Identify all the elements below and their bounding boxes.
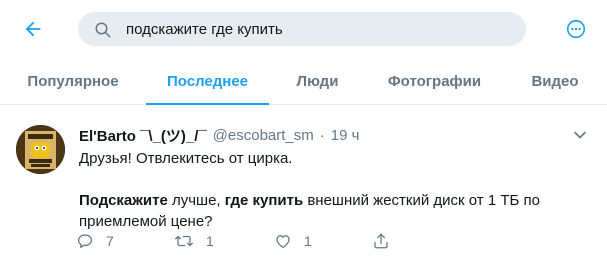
avatar-image — [16, 125, 65, 174]
more-icon — [566, 19, 586, 39]
search-input[interactable] — [126, 12, 506, 46]
top-bar — [0, 0, 607, 58]
more-options-button[interactable] — [563, 16, 589, 42]
tweet-actions: 7 1 1 — [76, 229, 536, 253]
retweet-button[interactable]: 1 — [174, 229, 214, 253]
back-button[interactable] — [20, 16, 46, 42]
like-icon — [276, 235, 290, 249]
tweet-header: El'Barto ¯\_(ツ)_/¯ @escobart_sm · 19 ч — [79, 125, 359, 145]
like-count: 1 — [304, 233, 312, 249]
reply-button[interactable]: 7 — [76, 229, 114, 253]
tweet[interactable]: El'Barto ¯\_(ツ)_/¯ @escobart_sm · 19 ч Д… — [0, 115, 607, 258]
reply-count: 7 — [106, 233, 114, 249]
search-bar[interactable] — [78, 12, 526, 46]
tab-latest[interactable]: Последнее — [146, 58, 269, 105]
highlight-1: Подскажите — [79, 192, 168, 209]
retweet-icon — [175, 235, 193, 247]
author-handle[interactable]: @escobart_sm — [213, 127, 314, 144]
share-icon — [374, 233, 388, 249]
author-name[interactable]: El'Barto ¯\_(ツ)_/¯ — [79, 125, 207, 146]
tweet-line-2: Подскажите лучше, где купить внешний жес… — [79, 190, 579, 232]
tweet-text: Друзья! Отвлекитесь от цирка. Подскажите… — [79, 148, 579, 232]
tab-videos[interactable]: Видео — [503, 58, 607, 104]
search-icon — [95, 22, 111, 38]
back-arrow-icon — [25, 21, 41, 37]
separator: · — [319, 126, 325, 144]
like-button[interactable]: 1 — [274, 229, 312, 253]
tab-people[interactable]: Люди — [269, 58, 366, 104]
tab-top[interactable]: Популярное — [0, 58, 146, 104]
avatar[interactable] — [16, 125, 65, 174]
timestamp[interactable]: 19 ч — [331, 127, 360, 144]
tweet-line-1: Друзья! Отвлекитесь от цирка. — [79, 150, 293, 167]
highlight-2: где купить — [224, 192, 304, 209]
tweet-menu-button[interactable] — [570, 125, 590, 145]
text-segment-1: лучше, — [167, 192, 225, 209]
retweet-count: 1 — [206, 233, 214, 249]
share-button[interactable] — [372, 229, 390, 253]
reply-icon — [77, 234, 93, 249]
search-tabs: Популярное Последнее Люди Фотографии Вид… — [0, 58, 607, 105]
chevron-down-icon — [574, 131, 586, 139]
tab-photos[interactable]: Фотографии — [366, 58, 503, 104]
